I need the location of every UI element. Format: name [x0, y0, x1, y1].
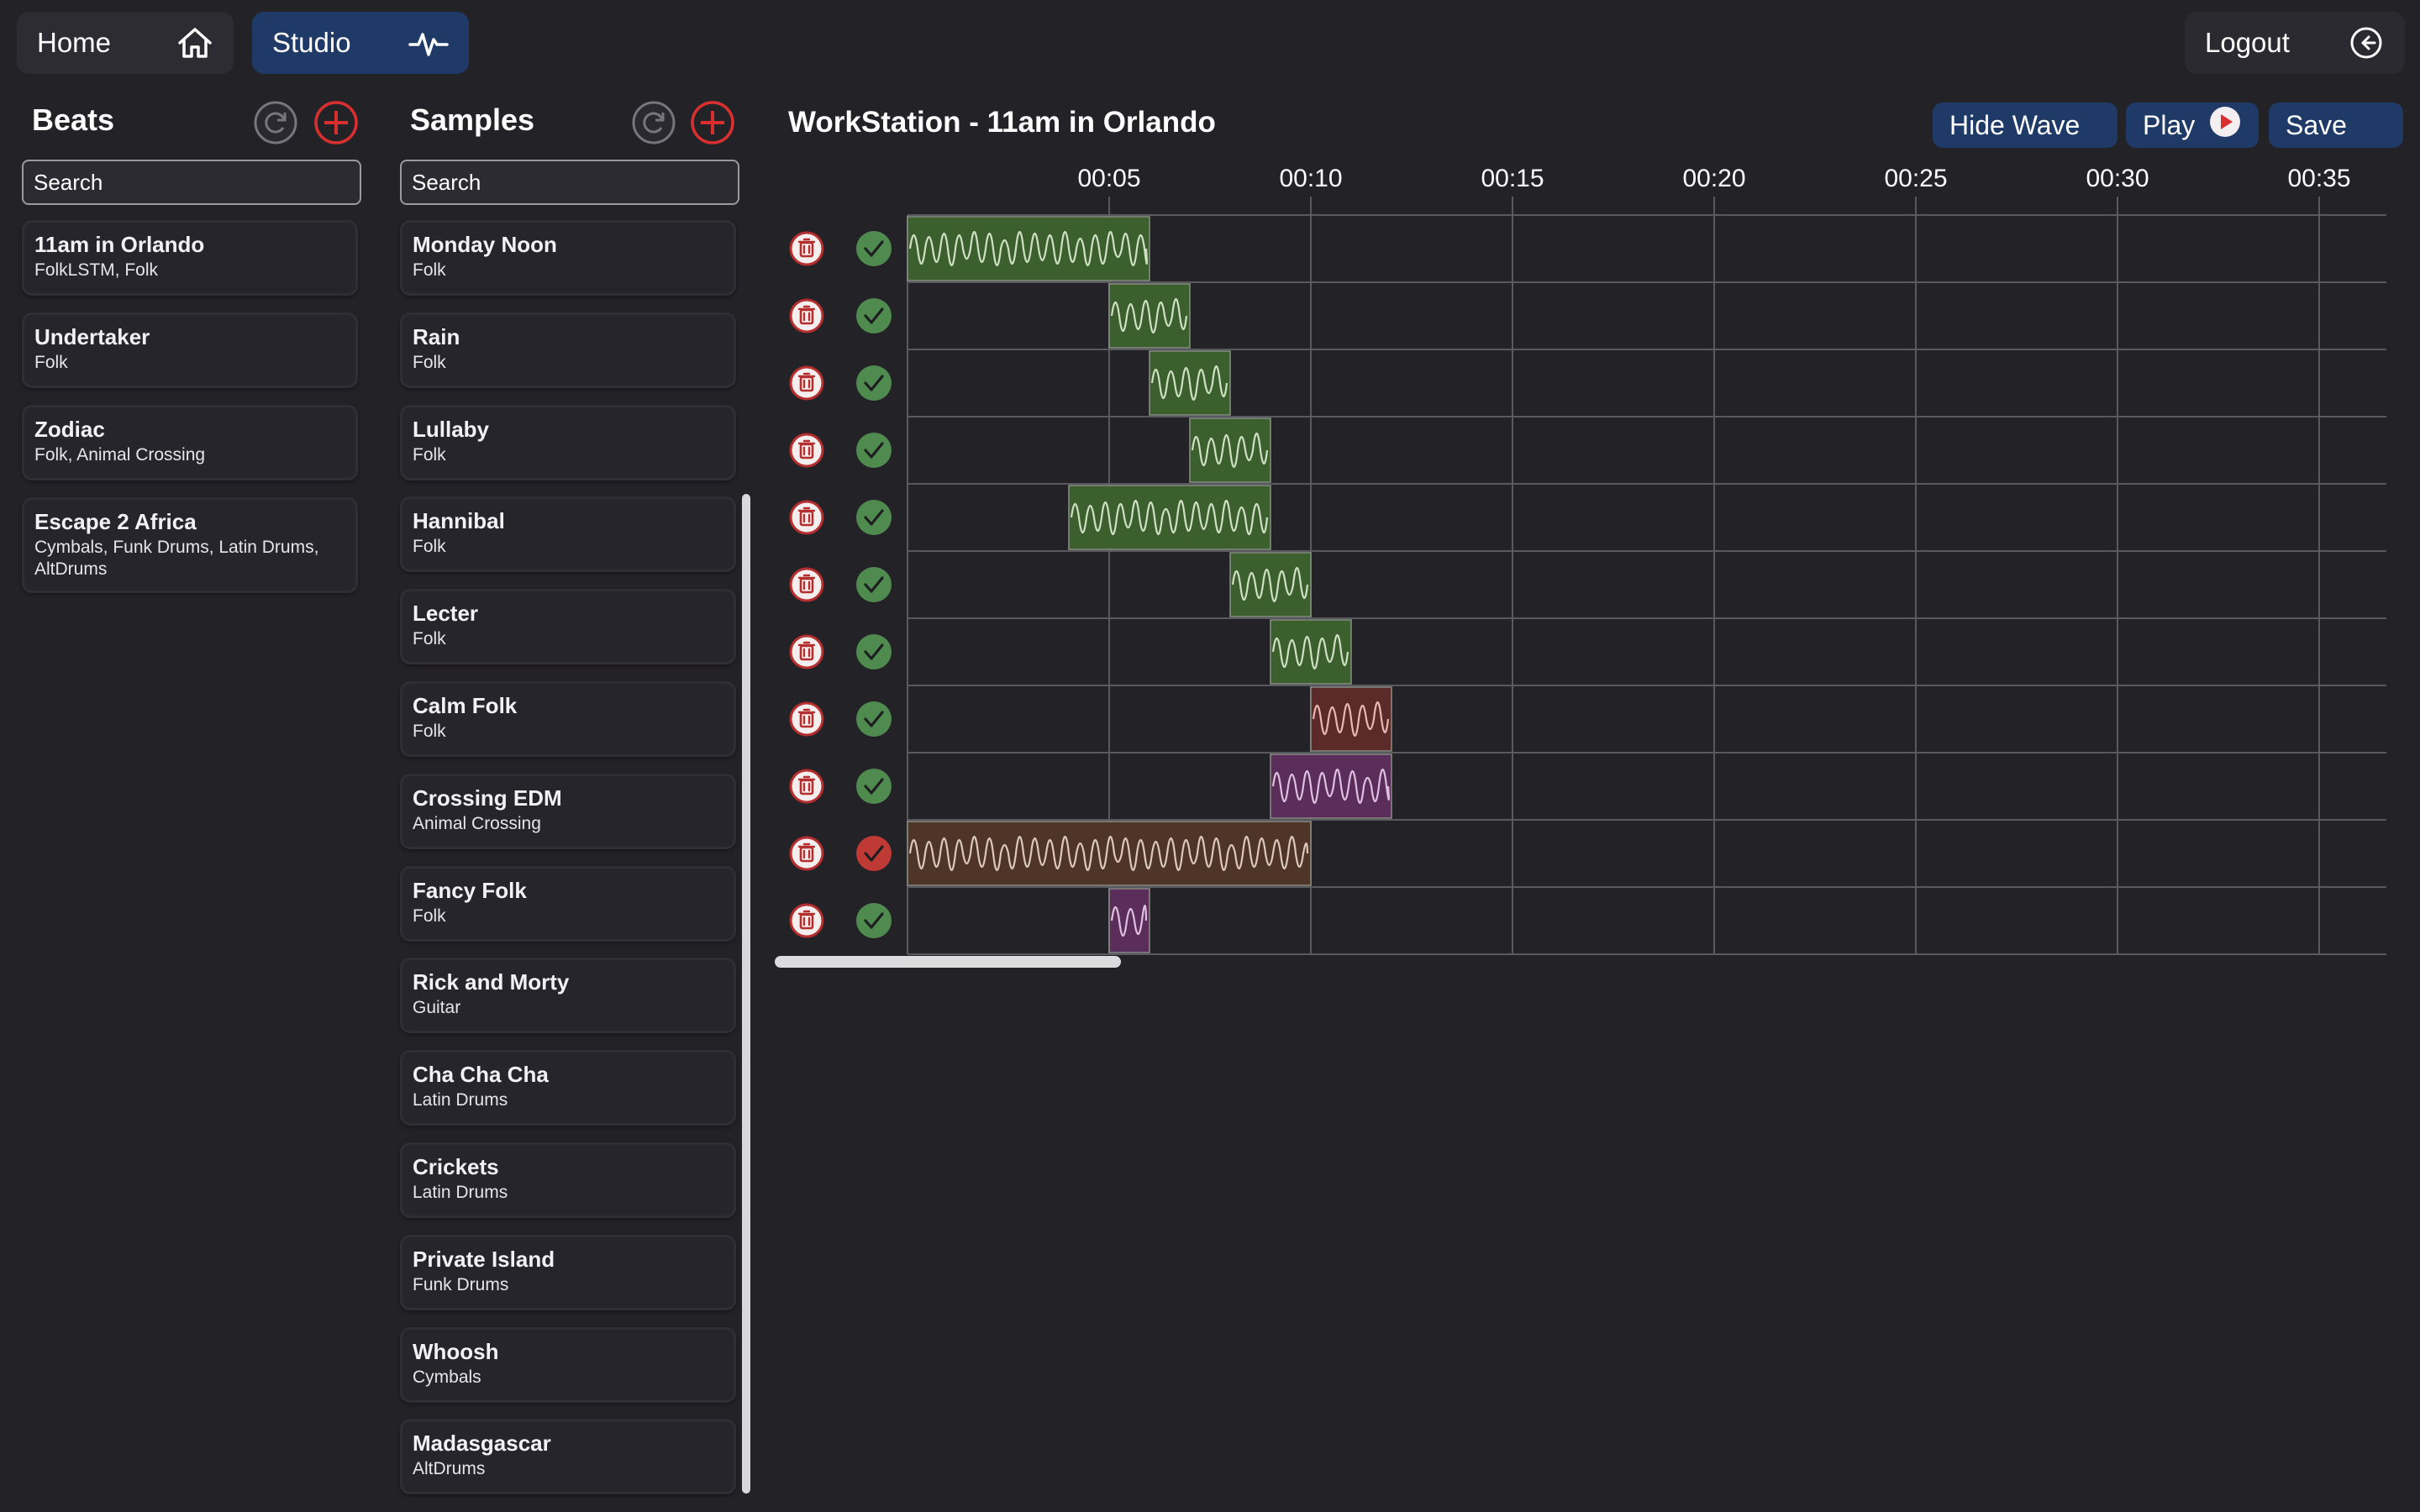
track-clip [1189, 417, 1271, 483]
timeline-scrollbar[interactable] [775, 956, 1121, 968]
track-enabled-check-icon[interactable] [855, 432, 892, 469]
delete-track-icon[interactable] [788, 701, 825, 738]
track-disabled-check-icon[interactable] [855, 835, 892, 872]
track-clip [1108, 888, 1150, 953]
track-enabled-check-icon[interactable] [855, 566, 892, 603]
track-clip [1270, 619, 1352, 685]
track-clip [1068, 485, 1271, 550]
delete-track-icon[interactable] [788, 230, 825, 267]
timeline-grid [907, 197, 2386, 955]
track-enabled-check-icon[interactable] [855, 902, 892, 939]
delete-track-icon[interactable] [788, 768, 825, 805]
track-clip [1149, 350, 1231, 416]
track-enabled-check-icon[interactable] [855, 230, 892, 267]
delete-track-icon[interactable] [788, 902, 825, 939]
track-enabled-check-icon[interactable] [855, 768, 892, 805]
delete-track-icon[interactable] [788, 365, 825, 402]
delete-track-icon[interactable] [788, 566, 825, 603]
track-clip [907, 216, 1150, 281]
delete-track-icon[interactable] [788, 432, 825, 469]
track-enabled-check-icon[interactable] [855, 365, 892, 402]
track-clip [1270, 753, 1392, 819]
track-clip [907, 821, 1312, 886]
track-enabled-check-icon[interactable] [855, 633, 892, 670]
delete-track-icon[interactable] [788, 633, 825, 670]
delete-track-icon[interactable] [788, 835, 825, 872]
track-clip [1310, 686, 1392, 752]
track-enabled-check-icon[interactable] [855, 499, 892, 536]
delete-track-icon[interactable] [788, 499, 825, 536]
track-clip [1229, 552, 1312, 617]
track-clip [1108, 283, 1191, 349]
delete-track-icon[interactable] [788, 297, 825, 334]
track-enabled-check-icon[interactable] [855, 297, 892, 334]
track-enabled-check-icon[interactable] [855, 701, 892, 738]
